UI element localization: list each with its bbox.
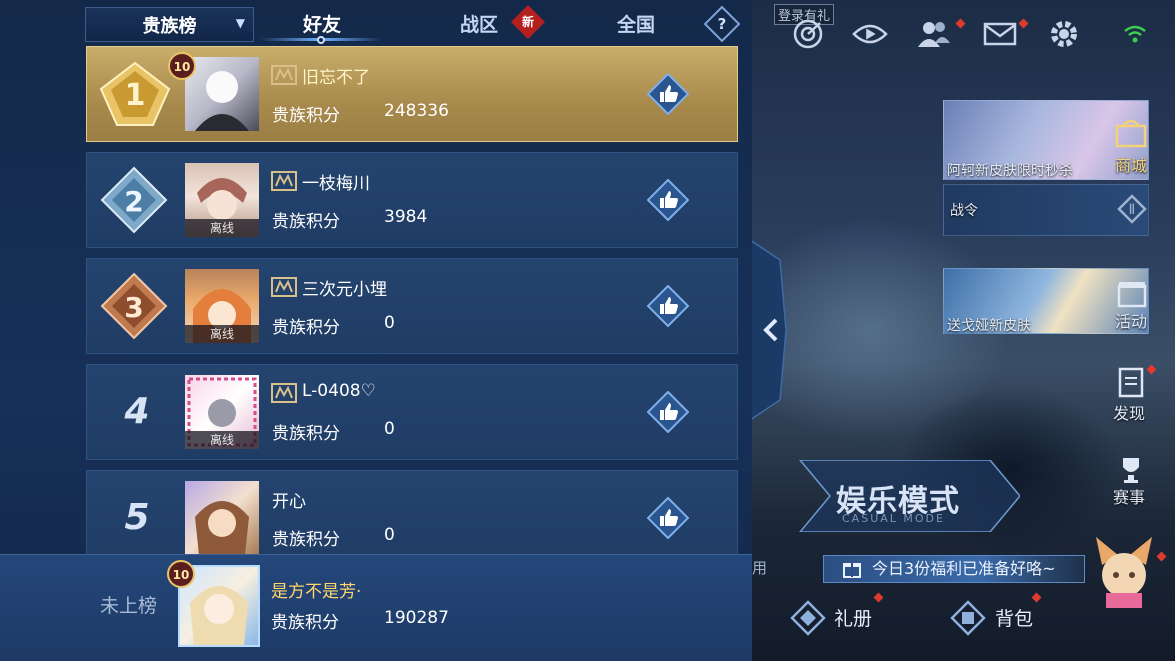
score-label: 贵族积分 <box>272 530 340 550</box>
battle-pass-icon: Ⅱ <box>1117 194 1147 224</box>
gift-book-icon <box>790 600 826 636</box>
avatar[interactable]: 离线 <box>185 375 259 449</box>
noble-icon <box>271 170 297 192</box>
activity-icon <box>1116 280 1148 308</box>
my-noble-level-badge: 10 <box>166 559 196 589</box>
score-label: 贵族积分 <box>272 424 340 444</box>
battle-pass-label: 战令 <box>950 203 978 219</box>
daily-welfare-text: 今日3份福利已准备好咯~ <box>872 559 1056 578</box>
my-player-name: 是方不是芳· <box>271 582 362 602</box>
like-button[interactable] <box>646 496 690 540</box>
tab-national[interactable]: 全国 <box>617 10 655 37</box>
shop-label[interactable]: 商城 <box>1115 152 1147 176</box>
backpack-icon <box>950 600 986 636</box>
noble-icon <box>271 64 297 86</box>
offline-label: 离线 <box>185 431 259 449</box>
silver-rank-badge: 2 <box>100 166 168 234</box>
mascot-avatar[interactable] <box>1092 535 1156 610</box>
svg-text:1: 1 <box>125 78 146 113</box>
gift-book-button[interactable]: 礼册 <box>834 604 872 631</box>
eye-icon[interactable] <box>852 16 888 52</box>
leaderboard-row-3[interactable]: 3 离线 三次元小埋 贵族积分 0 <box>86 258 738 354</box>
rank-number: 5 <box>124 497 150 538</box>
active-tab-indicator <box>317 36 325 44</box>
discover-icon[interactable] <box>1116 366 1146 398</box>
svg-text:3: 3 <box>124 291 143 324</box>
tab-war-zone[interactable]: 战区 <box>460 10 498 37</box>
backpack-button[interactable]: 背包 <box>995 604 1033 631</box>
leaderboard-row-2[interactable]: 2 离线 一枝梅川 贵族积分 3984 <box>86 152 738 248</box>
avatar[interactable]: 离线 <box>185 163 259 237</box>
svg-text:Ⅱ: Ⅱ <box>1129 202 1136 218</box>
leaderboard-row-1[interactable]: 1 10 旧忘不了 贵族积分 248336 <box>86 46 738 142</box>
activity-label[interactable]: 活动 <box>1115 308 1147 332</box>
gift-icon <box>842 559 862 579</box>
svg-text:10: 10 <box>173 568 190 582</box>
wifi-signal-icon <box>1120 16 1150 52</box>
discover-label[interactable]: 发现 <box>1113 400 1145 424</box>
player-name: 三次元小埋 <box>302 280 387 300</box>
player-name: L-0408♡ <box>302 381 376 401</box>
player-name: 一枝梅川 <box>302 174 370 194</box>
leaderboard-panel: 贵族榜 ▼ 好友 战区 新 全国 ? 1 10 旧忘不了 贵族积分 248336… <box>0 0 752 661</box>
like-button[interactable] <box>646 178 690 222</box>
shop-icon <box>1113 118 1149 148</box>
chevron-down-icon: ▼ <box>235 16 245 30</box>
friends-icon[interactable] <box>916 16 952 52</box>
collapse-panel-handle[interactable] <box>749 238 790 422</box>
noble-icon <box>271 382 297 404</box>
like-button[interactable] <box>646 284 690 328</box>
gift-skin-promo-label: 送戈娅新皮肤 <box>947 318 1031 334</box>
events-label[interactable]: 赛事 <box>1113 484 1145 508</box>
my-score-label: 贵族积分 <box>271 613 339 633</box>
category-dropdown-label: 贵族榜 <box>142 15 197 37</box>
svg-text:2: 2 <box>124 185 143 218</box>
rank-number: 4 <box>124 391 150 432</box>
category-dropdown[interactable]: 贵族榜 ▼ <box>85 7 254 42</box>
leaderboard-list[interactable]: 1 10 旧忘不了 贵族积分 248336 2 离线 一枝梅川 贵族积分 398… <box>86 46 738 554</box>
player-name: 旧忘不了 <box>302 68 370 88</box>
gear-icon[interactable] <box>1046 16 1082 52</box>
avatar[interactable] <box>185 481 259 554</box>
skin-promo-label: 阿轲新皮肤限时秒杀 <box>947 163 1073 179</box>
avatar[interactable]: 离线 <box>185 269 259 343</box>
score-label: 贵族积分 <box>272 212 340 232</box>
partial-label: 用 <box>752 559 768 577</box>
score-label: 贵族积分 <box>272 106 340 126</box>
help-icon: ? <box>717 15 727 33</box>
like-button[interactable] <box>646 390 690 434</box>
like-button[interactable] <box>646 72 690 116</box>
score-value: 3984 <box>384 207 428 227</box>
score-label: 贵族积分 <box>272 318 340 338</box>
noble-icon <box>271 276 297 298</box>
score-value: 0 <box>384 419 395 439</box>
gold-rank-badge: 1 <box>99 61 171 126</box>
offline-label: 离线 <box>185 325 259 343</box>
score-value: 0 <box>384 313 395 333</box>
target-icon[interactable] <box>790 16 826 52</box>
my-ranking-row: 未上榜 10 是方不是芳· 贵族积分 190287 <box>0 554 752 661</box>
mail-icon[interactable] <box>982 16 1018 52</box>
score-value: 0 <box>384 525 395 545</box>
tab-friends[interactable]: 好友 <box>303 10 341 37</box>
casual-mode-subtitle: CASUAL MODE <box>842 512 945 525</box>
offline-label: 离线 <box>185 219 259 237</box>
help-button[interactable]: ? <box>703 5 741 43</box>
not-ranked-label: 未上榜 <box>100 595 158 617</box>
player-name: 开心 <box>272 492 306 512</box>
bronze-rank-badge: 3 <box>100 272 168 340</box>
trophy-icon[interactable] <box>1116 455 1146 485</box>
score-value: 248336 <box>384 101 449 121</box>
daily-welfare-banner[interactable]: 今日3份福利已准备好咯~ <box>823 555 1085 583</box>
leaderboard-row-4[interactable]: 4 离线 L-0408♡ 贵族积分 0 <box>86 364 738 460</box>
leaderboard-row-5[interactable]: 5 开心 贵族积分 0 <box>86 470 738 554</box>
my-score-value: 190287 <box>384 608 449 628</box>
svg-text:10: 10 <box>174 60 191 74</box>
noble-level-badge: 10 <box>167 51 197 81</box>
leaderboard-topbar: 贵族榜 ▼ 好友 战区 新 全国 ? <box>0 0 752 46</box>
new-badge: 新 <box>511 5 545 39</box>
